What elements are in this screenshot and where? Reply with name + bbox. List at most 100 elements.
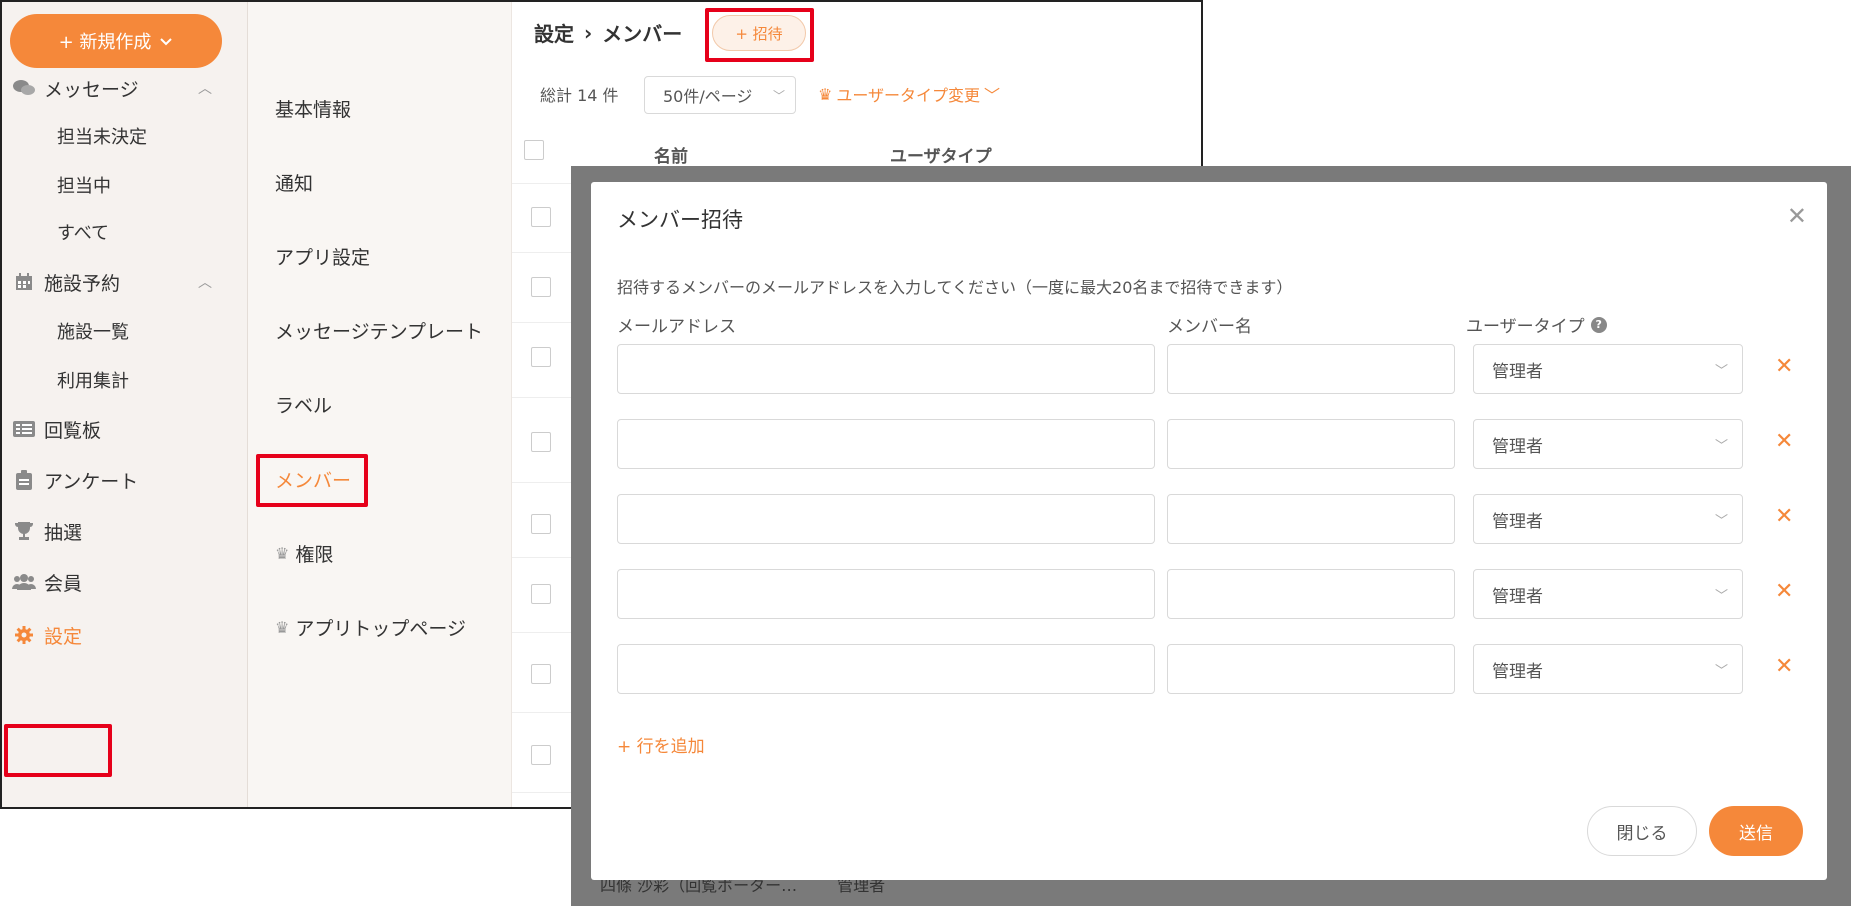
nav-settings-label: 設定	[44, 625, 83, 648]
gear-icon	[10, 625, 38, 645]
crown-icon: ♛	[275, 617, 290, 637]
select-all-checkbox[interactable]	[524, 140, 544, 160]
breadcrumb: 設定 › メンバー	[534, 18, 682, 47]
settings-item-app-settings[interactable]: アプリ設定	[275, 238, 370, 274]
settings-item-permissions[interactable]: ♛ 権限	[275, 535, 333, 571]
row-checkbox[interactable]	[531, 745, 551, 765]
user-type-value: 管理者	[1492, 436, 1543, 457]
add-row-button[interactable]: + 行を追加	[617, 732, 705, 757]
user-type-select[interactable]: 管理者 ﹀	[1473, 344, 1743, 394]
email-field[interactable]	[617, 569, 1155, 619]
chevron-up-icon: ︿	[198, 81, 212, 97]
member-name-field[interactable]	[1167, 494, 1455, 544]
settings-menu: 基本情報 通知 アプリ設定 メッセージテンプレート ラベル メンバー ♛ 権限 …	[248, 2, 512, 807]
breadcrumb-root[interactable]: 設定	[534, 18, 574, 47]
nav-messages-label: メッセージ	[44, 78, 139, 101]
crown-icon: ♛	[275, 543, 290, 563]
row-checkbox[interactable]	[531, 584, 551, 604]
close-button[interactable]: 閉じる	[1587, 806, 1697, 856]
usertype-change-label: ユーザータイプ変更	[836, 86, 981, 105]
column-header-name[interactable]: 名前	[654, 142, 688, 167]
per-page-value: 50件/ページ	[663, 87, 753, 106]
settings-item-basic-info[interactable]: 基本情報	[275, 90, 351, 126]
user-type-value: 管理者	[1492, 511, 1543, 532]
clipboard-icon	[10, 470, 38, 490]
help-icon[interactable]: ?	[1590, 316, 1607, 333]
settings-item-notifications[interactable]: 通知	[275, 164, 313, 200]
row-checkbox[interactable]	[531, 514, 551, 534]
user-type-select[interactable]: 管理者 ﹀	[1473, 494, 1743, 544]
settings-item-labels[interactable]: ラベル	[275, 386, 332, 422]
nav-settings[interactable]: 設定	[10, 617, 230, 653]
nav-sub-unassigned[interactable]: 担当未決定	[57, 118, 147, 154]
chevron-up-icon: ︿	[198, 275, 212, 291]
nav-sub-facility-list[interactable]: 施設一覧	[57, 313, 129, 349]
settings-item-message-template[interactable]: メッセージテンプレート	[275, 312, 483, 348]
chevron-down-icon: ﹀	[984, 86, 1001, 105]
people-icon	[10, 573, 38, 591]
chevron-down-icon: ﹀	[772, 88, 785, 103]
member-name-field[interactable]	[1167, 419, 1455, 469]
row-checkbox[interactable]	[531, 347, 551, 367]
list-icon	[10, 421, 38, 437]
chevron-down-icon: ﹀	[1714, 513, 1728, 529]
email-field[interactable]	[617, 344, 1155, 394]
nav-circular-label: 回覧板	[44, 419, 102, 442]
user-type-select[interactable]: 管理者 ﹀	[1473, 419, 1743, 469]
chevron-down-icon: ﹀	[1714, 438, 1728, 454]
modal-title: メンバー招待	[617, 208, 743, 232]
new-create-label: + 新規作成	[58, 32, 152, 53]
nav-members-label: 会員	[44, 572, 83, 595]
column-header-usertype[interactable]: ユーザタイプ	[890, 142, 992, 167]
remove-row-icon[interactable]: ✕	[1775, 579, 1793, 604]
nav-messages[interactable]: メッセージ ︿	[10, 70, 230, 106]
nav-sub-assigned[interactable]: 担当中	[57, 167, 111, 203]
close-icon[interactable]: ✕	[1787, 202, 1807, 230]
chevron-down-icon	[159, 31, 173, 52]
new-create-button[interactable]: + 新規作成	[10, 14, 222, 68]
row-checkbox[interactable]	[531, 207, 551, 227]
member-name-field[interactable]	[1167, 344, 1455, 394]
row-checkbox[interactable]	[531, 432, 551, 452]
email-column-label: メールアドレス	[617, 317, 736, 337]
nav-survey-label: アンケート	[44, 470, 139, 493]
member-name-column-label: メンバー名	[1167, 317, 1252, 337]
row-checkbox[interactable]	[531, 664, 551, 684]
nav-members[interactable]: 会員	[10, 564, 230, 600]
user-type-select[interactable]: 管理者 ﹀	[1473, 569, 1743, 619]
nav-facility[interactable]: 施設予約 ︿	[10, 264, 230, 300]
chevron-down-icon: ﹀	[1714, 363, 1728, 379]
member-name-field[interactable]	[1167, 644, 1455, 694]
nav-sub-all[interactable]: すべて	[57, 214, 109, 250]
row-checkbox[interactable]	[531, 277, 551, 297]
settings-item-permissions-label: 権限	[295, 543, 334, 566]
user-type-select[interactable]: 管理者 ﹀	[1473, 644, 1743, 694]
settings-item-members[interactable]: メンバー	[275, 461, 351, 497]
invite-button[interactable]: + 招待	[712, 15, 806, 51]
remove-row-icon[interactable]: ✕	[1775, 504, 1793, 529]
nav-circular[interactable]: 回覧板	[10, 411, 230, 447]
invite-modal: メンバー招待 ✕ 招待するメンバーのメールアドレスを入力してください（一度に最大…	[591, 182, 1827, 880]
remove-row-icon[interactable]: ✕	[1775, 429, 1793, 454]
remove-row-icon[interactable]: ✕	[1775, 354, 1793, 379]
email-field[interactable]	[617, 419, 1155, 469]
send-button[interactable]: 送信	[1709, 806, 1803, 856]
nav-lottery-label: 抽選	[44, 521, 83, 544]
email-field[interactable]	[617, 494, 1155, 544]
crown-icon: ♛	[818, 84, 833, 104]
modal-description: 招待するメンバーのメールアドレスを入力してください（一度に最大20名まで招待でき…	[617, 278, 1293, 297]
nav-sub-usage-stats[interactable]: 利用集計	[57, 362, 129, 398]
nav-lottery[interactable]: 抽選	[10, 513, 230, 549]
member-name-field[interactable]	[1167, 569, 1455, 619]
usertype-change-button[interactable]: ♛ ユーザータイプ変更 ﹀	[818, 82, 1000, 106]
remove-row-icon[interactable]: ✕	[1775, 654, 1793, 679]
per-page-select[interactable]: 50件/ページ ﹀	[644, 76, 796, 114]
trophy-icon	[10, 521, 38, 541]
settings-item-app-top-page[interactable]: ♛ アプリトップページ	[275, 609, 466, 645]
nav-survey[interactable]: アンケート	[10, 462, 230, 498]
page-title: メンバー	[602, 22, 683, 46]
chat-icon	[10, 79, 38, 97]
email-field[interactable]	[617, 644, 1155, 694]
settings-item-app-top-page-label: アプリトップページ	[295, 617, 466, 640]
user-type-value: 管理者	[1492, 361, 1543, 382]
